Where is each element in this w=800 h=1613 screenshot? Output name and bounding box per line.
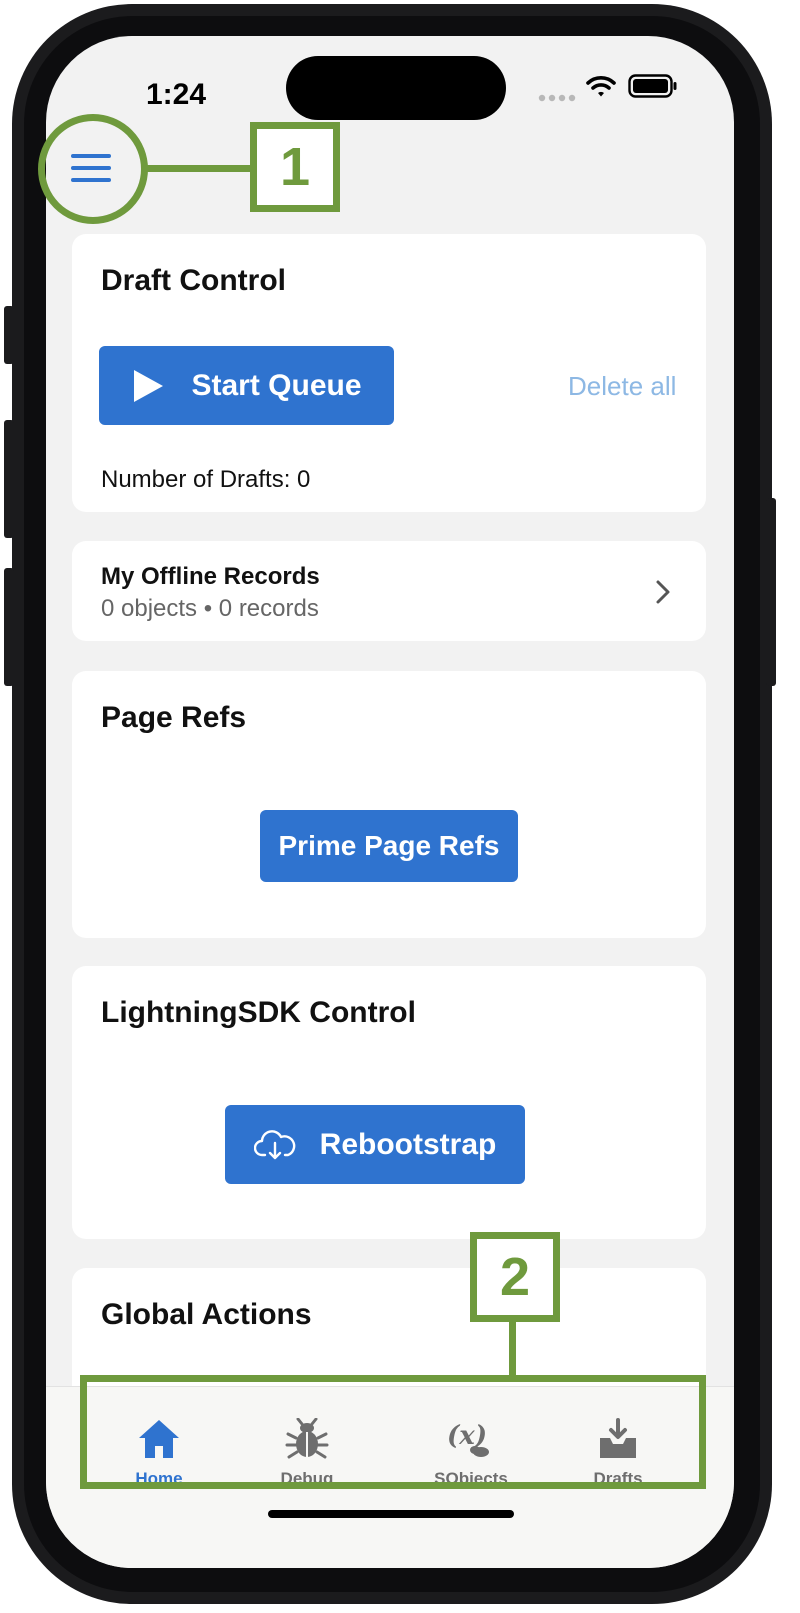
status-time: 1:24 — [146, 78, 207, 111]
annotation-connector-1 — [144, 165, 254, 172]
annotation-box-tabbar — [80, 1375, 706, 1489]
offline-records-title: My Offline Records — [101, 563, 320, 590]
page-refs-title: Page Refs — [101, 701, 247, 734]
phone-volume-up — [4, 420, 14, 538]
global-actions-title: Global Actions — [101, 1298, 312, 1331]
phone-power-button — [766, 498, 776, 686]
delete-all-button[interactable]: Delete all — [568, 371, 676, 402]
page-refs-card: Page Refs Prime Page Refs — [72, 671, 706, 938]
cloud-download-icon — [253, 1129, 295, 1159]
offline-records-subtitle: 0 objects • 0 records — [101, 595, 319, 622]
draft-control-title: Draft Control — [101, 264, 286, 297]
home-indicator — [268, 1510, 514, 1518]
lightning-sdk-card: LightningSDK Control Rebootstrap — [72, 966, 706, 1239]
rebootstrap-button[interactable]: Rebootstrap — [225, 1105, 525, 1184]
start-queue-label: Start Queue — [191, 368, 362, 402]
cellular-signal-icon — [538, 90, 576, 108]
battery-icon — [628, 74, 678, 103]
start-queue-button[interactable]: Start Queue — [99, 346, 394, 425]
lightning-sdk-title: LightningSDK Control — [101, 996, 416, 1029]
screen: 1:24 Draft Control Start Queue Delete al… — [46, 36, 734, 1568]
offline-records-card[interactable]: My Offline Records 0 objects • 0 records — [72, 541, 706, 641]
annotation-connector-2 — [509, 1320, 516, 1378]
draft-control-card: Draft Control Start Queue Delete all Num… — [72, 234, 706, 512]
phone-side-button — [4, 306, 14, 364]
annotation-badge-2: 2 — [470, 1232, 560, 1322]
drafts-count-text: Number of Drafts: 0 — [101, 466, 311, 493]
chevron-right-icon — [656, 580, 670, 604]
annotation-badge-1: 1 — [250, 122, 340, 212]
dynamic-island — [286, 56, 506, 120]
phone-volume-down — [4, 568, 14, 686]
annotation-circle-menu — [38, 114, 148, 224]
play-icon — [134, 369, 164, 402]
prime-page-refs-button[interactable]: Prime Page Refs — [260, 810, 518, 882]
wifi-icon — [586, 74, 616, 103]
rebootstrap-label: Rebootstrap — [319, 1127, 497, 1161]
